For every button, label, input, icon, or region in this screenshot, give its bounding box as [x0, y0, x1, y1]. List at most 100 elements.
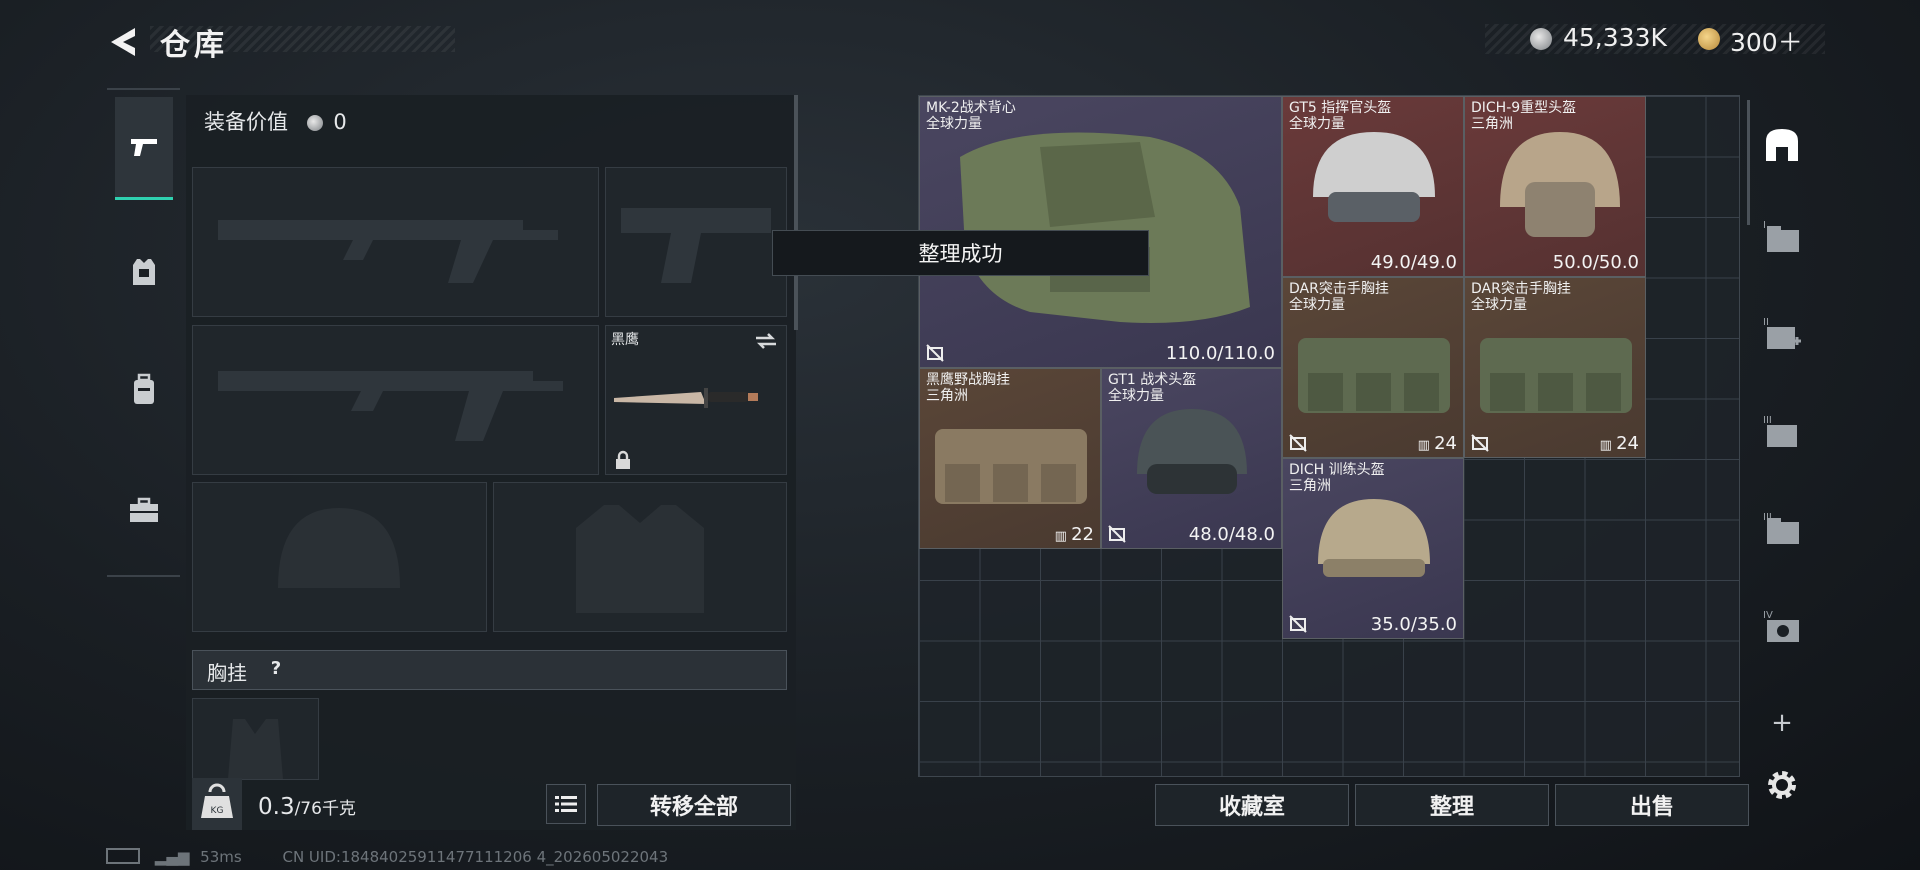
- weight-unit: /76千克: [294, 799, 356, 819]
- rifle-silhouette-icon: [218, 371, 563, 441]
- silver-coin-icon: [1530, 28, 1552, 50]
- helmet-icon: [1137, 409, 1247, 494]
- helmet-icon: [1500, 132, 1620, 237]
- item-capacity: ▥ 24: [1599, 433, 1639, 454]
- stash-grid: MK-2战术背心 全球力量 110.0/110.0 GT5 指挥官头盔 全球力量 4…: [918, 95, 1740, 777]
- stash-item-chest-rig-dar[interactable]: DAR突击手胸挂 全球力量 ▥ 24: [1282, 277, 1464, 458]
- chest-rig-slot[interactable]: [192, 698, 319, 780]
- svg-text:II: II: [1763, 317, 1769, 328]
- storage-1-button[interactable]: I: [1757, 213, 1807, 263]
- knife-icon: [614, 388, 758, 408]
- list-view-button[interactable]: [546, 784, 586, 824]
- ping: 53ms: [200, 848, 242, 866]
- tab-weapons[interactable]: [115, 97, 173, 200]
- stash-item-helmet-dich9[interactable]: DICH-9重型头盔 三角洲 50.0/50.0: [1464, 96, 1646, 277]
- storage-2-button[interactable]: II: [1757, 310, 1807, 360]
- item-durability: 49.0/49.0: [1370, 252, 1457, 273]
- helmet-icon: [1313, 132, 1435, 222]
- item-durability: 48.0/48.0: [1188, 524, 1275, 545]
- stash-home-icon: [1766, 129, 1798, 161]
- no-trade-icon: [1289, 434, 1307, 452]
- svg-text:IV: IV: [1763, 610, 1773, 621]
- token-balance[interactable]: 300＋: [1730, 23, 1803, 59]
- weight-value: 0.3: [258, 794, 295, 820]
- back-button[interactable]: [105, 22, 145, 62]
- sell-button[interactable]: 出售: [1555, 784, 1749, 826]
- item-durability: 35.0/35.0: [1370, 614, 1457, 635]
- storage-2-icon: II: [1763, 317, 1801, 349]
- item-capacity: ▥ 24: [1417, 433, 1457, 454]
- helmet-slot[interactable]: [192, 482, 487, 632]
- svg-text:III: III: [1763, 415, 1772, 426]
- stash-item-helmet-dich-training[interactable]: DICH 训练头盔 三角洲 35.0/35.0: [1282, 458, 1464, 639]
- body-armor-slot[interactable]: [493, 482, 787, 632]
- storage-4-button[interactable]: III: [1757, 505, 1807, 555]
- storage-4-icon: III: [1763, 512, 1799, 544]
- svg-text:I: I: [1763, 220, 1766, 231]
- chest-rig-icon: [1480, 338, 1632, 413]
- back-arrow-icon: [111, 28, 135, 56]
- svg-text:III: III: [1763, 512, 1772, 523]
- stash-item-chest-rig-dar[interactable]: DAR突击手胸挂 全球力量 ▥ 24: [1464, 277, 1646, 458]
- item-durability: 50.0/50.0: [1552, 252, 1639, 273]
- equipment-value-amount: 0: [333, 110, 347, 134]
- stash-item-helmet-gt5[interactable]: GT5 指挥官头盔 全球力量 49.0/49.0: [1282, 96, 1464, 277]
- user-uid: CN UID:18484025911477111206 4_2026050220…: [282, 848, 669, 866]
- carry-weight: 0.3/76千克: [258, 794, 356, 820]
- primary-weapon-slot[interactable]: [192, 167, 599, 317]
- page-title: 仓库: [160, 28, 228, 63]
- svg-text:KG: KG: [211, 806, 224, 816]
- stash-home-button[interactable]: [1757, 120, 1807, 170]
- sidearm-slot[interactable]: [605, 167, 787, 317]
- pistol-silhouette-icon: [621, 208, 771, 283]
- rifle-silhouette-icon: [218, 220, 558, 283]
- chest-rig-silhouette-icon: [228, 719, 283, 779]
- equipment-value: 装备价值 0: [204, 106, 347, 136]
- settings-icon: [1768, 771, 1796, 799]
- chest-rig-icon: [1298, 338, 1450, 413]
- add-storage-button[interactable]: +: [1757, 698, 1807, 748]
- sort-success-toast: 整理成功: [772, 230, 1149, 276]
- no-trade-icon: [1108, 525, 1126, 543]
- kg-weight-icon: KG: [201, 783, 233, 818]
- armor-icon: [133, 259, 155, 285]
- pistol-icon: [131, 139, 157, 156]
- coin-balance: 45,333K: [1563, 23, 1667, 52]
- transfer-all-button[interactable]: 转移全部: [597, 784, 791, 826]
- melee-slot[interactable]: 黑鹰: [605, 325, 787, 475]
- stash-item-chest-rig-blackhawk[interactable]: 黑鹰野战胸挂 三角洲 ▥ 22: [919, 368, 1101, 549]
- no-trade-icon: [1471, 434, 1489, 452]
- tab-toolbox[interactable]: [115, 460, 173, 560]
- loadout-scrollbar[interactable]: [794, 95, 798, 330]
- helmet-icon: [1318, 499, 1430, 577]
- collection-room-button[interactable]: 收藏室: [1155, 784, 1349, 826]
- chest-rig-label: 胸挂: [207, 661, 247, 685]
- stash-item-helmet-gt1[interactable]: GT1 战术头盔 全球力量 48.0/48.0: [1101, 368, 1282, 549]
- secondary-weapon-slot[interactable]: [192, 325, 599, 475]
- storage-1-icon: I: [1763, 220, 1799, 252]
- silver-coin-icon: [306, 115, 323, 131]
- signal-icon: ▂▄▆: [154, 848, 190, 866]
- stash-scrollbar[interactable]: [1747, 100, 1750, 225]
- settings-button[interactable]: [1757, 760, 1807, 810]
- weight-icon: KG: [192, 778, 242, 830]
- lock-icon: [616, 450, 630, 469]
- gold-token-icon: [1698, 28, 1720, 50]
- list-icon: [555, 796, 577, 812]
- toolbox-icon: [130, 497, 158, 522]
- battery-icon: [106, 848, 140, 864]
- storage-5-button[interactable]: IV: [1757, 603, 1807, 653]
- item-durability: 110.0/110.0: [1165, 343, 1275, 364]
- tab-backpack[interactable]: [115, 340, 173, 440]
- no-trade-icon: [1289, 615, 1307, 633]
- chest-rig-header: 胸挂 ?: [192, 650, 787, 690]
- tab-armor[interactable]: [115, 222, 173, 322]
- storage-3-icon: III: [1763, 415, 1797, 447]
- vest-silhouette-icon: [576, 505, 704, 613]
- storage-5-icon: IV: [1763, 610, 1799, 642]
- help-icon[interactable]: ?: [263, 655, 289, 681]
- storage-3-button[interactable]: III: [1757, 408, 1807, 458]
- no-trade-icon: [926, 344, 944, 362]
- status-bar: ▂▄▆ 53ms CN UID:18484025911477111206 4_2…: [106, 848, 668, 866]
- sort-button[interactable]: 整理: [1355, 784, 1549, 826]
